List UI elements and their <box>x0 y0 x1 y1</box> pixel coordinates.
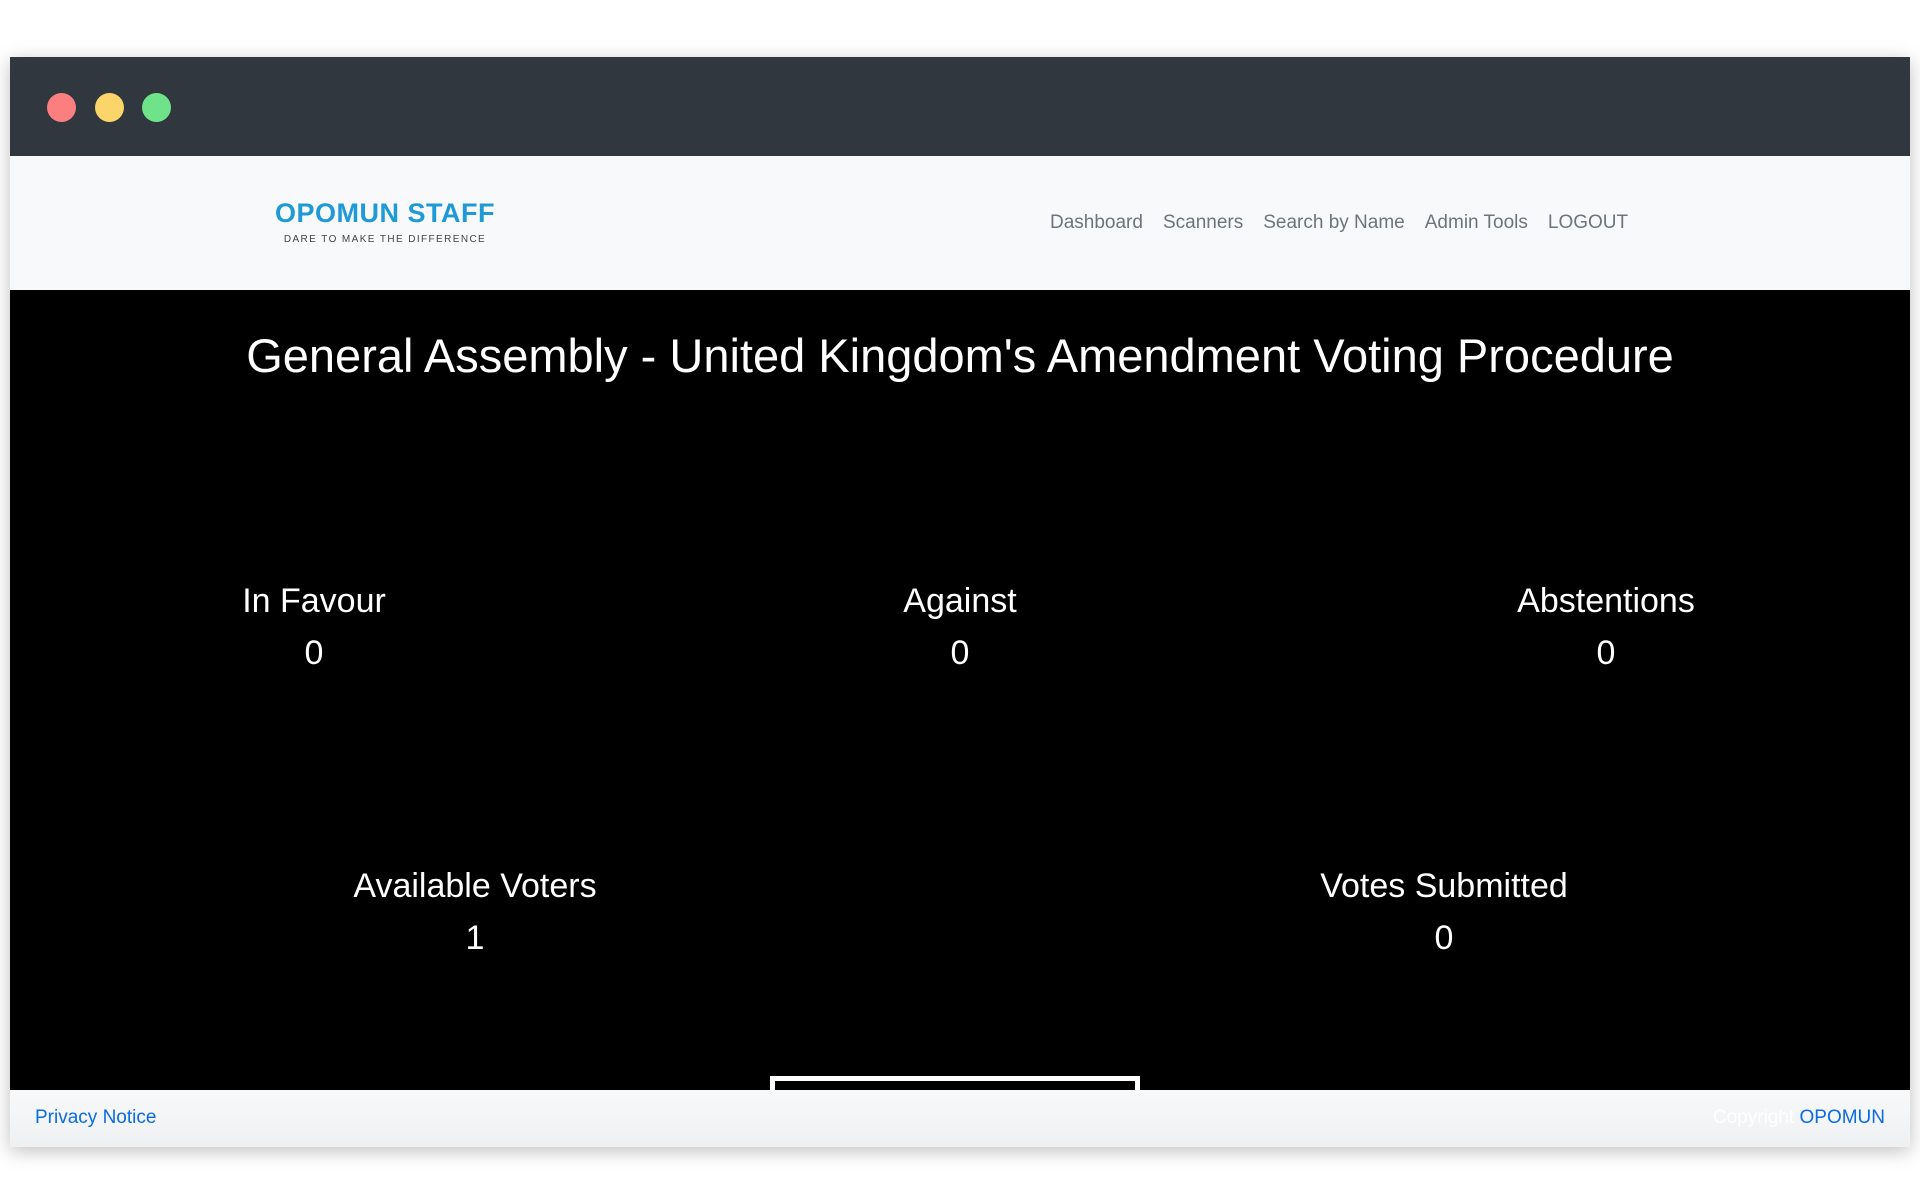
nav-links: Dashboard Scanners Search by Name Admin … <box>1040 212 1638 234</box>
browser-window: OPOMUN STAFF DARE TO MAKE THE DIFFERENCE… <box>10 57 1910 1147</box>
stat-value: 1 <box>465 919 485 957</box>
stat-votes-submitted: Votes Submitted 0 <box>1244 865 1644 959</box>
stat-in-favour: In Favour 0 <box>114 580 514 674</box>
nav-link-search-by-name[interactable]: Search by Name <box>1253 212 1415 234</box>
stat-label: Abstentions <box>1517 582 1695 620</box>
stat-available-voters: Available Voters 1 <box>275 865 675 959</box>
top-navbar: OPOMUN STAFF DARE TO MAKE THE DIFFERENCE… <box>10 156 1910 290</box>
copyright-text: Copyright <box>1712 1107 1795 1128</box>
page-title: General Assembly - United Kingdom's Amen… <box>246 329 1674 382</box>
privacy-notice-link[interactable]: Privacy Notice <box>35 1107 156 1129</box>
stat-value: 0 <box>950 634 970 672</box>
voting-panel: General Assembly - United Kingdom's Amen… <box>10 290 1910 1122</box>
page-footer: Privacy Notice Copyright OPOMUN <box>10 1090 1910 1147</box>
maximize-window-button[interactable] <box>142 93 171 122</box>
footer-brand-link[interactable]: OPOMUN <box>1800 1107 1886 1128</box>
brand-logo[interactable]: OPOMUN STAFF DARE TO MAKE THE DIFFERENCE <box>270 198 500 245</box>
stat-label: Votes Submitted <box>1320 867 1568 905</box>
brand-title: OPOMUN STAFF <box>275 198 495 228</box>
stat-abstentions: Abstentions 0 <box>1406 580 1806 674</box>
stat-label: Available Voters <box>353 867 597 905</box>
footer-copyright: Copyright OPOMUN <box>1713 1107 1885 1129</box>
brand-tagline: DARE TO MAKE THE DIFFERENCE <box>283 234 487 245</box>
nav-link-admin-tools[interactable]: Admin Tools <box>1415 212 1538 234</box>
stat-value: 0 <box>1434 919 1454 957</box>
minimize-window-button[interactable] <box>95 93 124 122</box>
stat-against: Against 0 <box>760 580 1160 674</box>
stat-value: 0 <box>1596 634 1616 672</box>
close-window-button[interactable] <box>47 93 76 122</box>
stat-label: Against <box>903 582 1017 620</box>
stat-value: 0 <box>304 634 324 672</box>
nav-link-scanners[interactable]: Scanners <box>1153 212 1253 234</box>
window-titlebar <box>10 57 1910 156</box>
stat-label: In Favour <box>242 582 386 620</box>
nav-link-logout[interactable]: LOGOUT <box>1538 212 1638 234</box>
nav-link-dashboard[interactable]: Dashboard <box>1040 212 1153 234</box>
